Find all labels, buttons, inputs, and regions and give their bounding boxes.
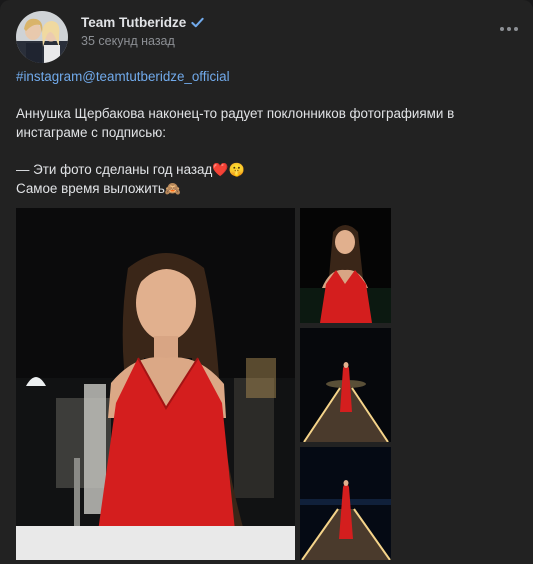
author-name[interactable]: Team Tutberidze: [81, 15, 186, 30]
post-timestamp[interactable]: 35 секунд назад: [81, 34, 204, 48]
photo-thumb-2-image: [300, 328, 391, 442]
hashtag-link[interactable]: #instagram@teamtutberidze_official: [16, 69, 230, 84]
more-dots-icon[interactable]: [499, 24, 519, 34]
avatar-image: [16, 11, 68, 63]
post-header: Team Tutberidze 35 секунд назад: [81, 13, 204, 48]
quote-line-1: — Эти фото сделаны год назад❤️🤫: [16, 161, 521, 181]
quote-line-2-text: Самое время выложить: [16, 181, 165, 196]
post-text: #instagram@teamtutberidze_official Аннуш…: [16, 68, 521, 200]
quote-line-2: Самое время выложить🙈: [16, 180, 521, 200]
see-no-evil-emoji: 🙈: [164, 182, 182, 197]
post-paragraph: Аннушка Щербакова наконец-то радует покл…: [16, 106, 455, 140]
heart-shush-emoji: ❤️🤫: [212, 162, 245, 178]
photo-thumb-2[interactable]: [300, 328, 391, 442]
photo-main[interactable]: [16, 208, 295, 560]
photo-thumb-1[interactable]: [300, 208, 391, 323]
photo-thumb-3-image: [300, 447, 391, 560]
photo-gallery: [16, 208, 393, 560]
author-row: Team Tutberidze: [81, 13, 204, 31]
verified-check-icon: [191, 17, 204, 27]
post-card: Team Tutberidze 35 секунд назад #instagr…: [0, 0, 533, 564]
photo-thumb-1-image: [300, 208, 391, 323]
quote-line-1-text: — Эти фото сделаны год назад: [16, 161, 213, 177]
photo-thumb-3[interactable]: [300, 447, 391, 560]
photo-main-image: [16, 208, 295, 560]
author-avatar[interactable]: [16, 11, 68, 63]
